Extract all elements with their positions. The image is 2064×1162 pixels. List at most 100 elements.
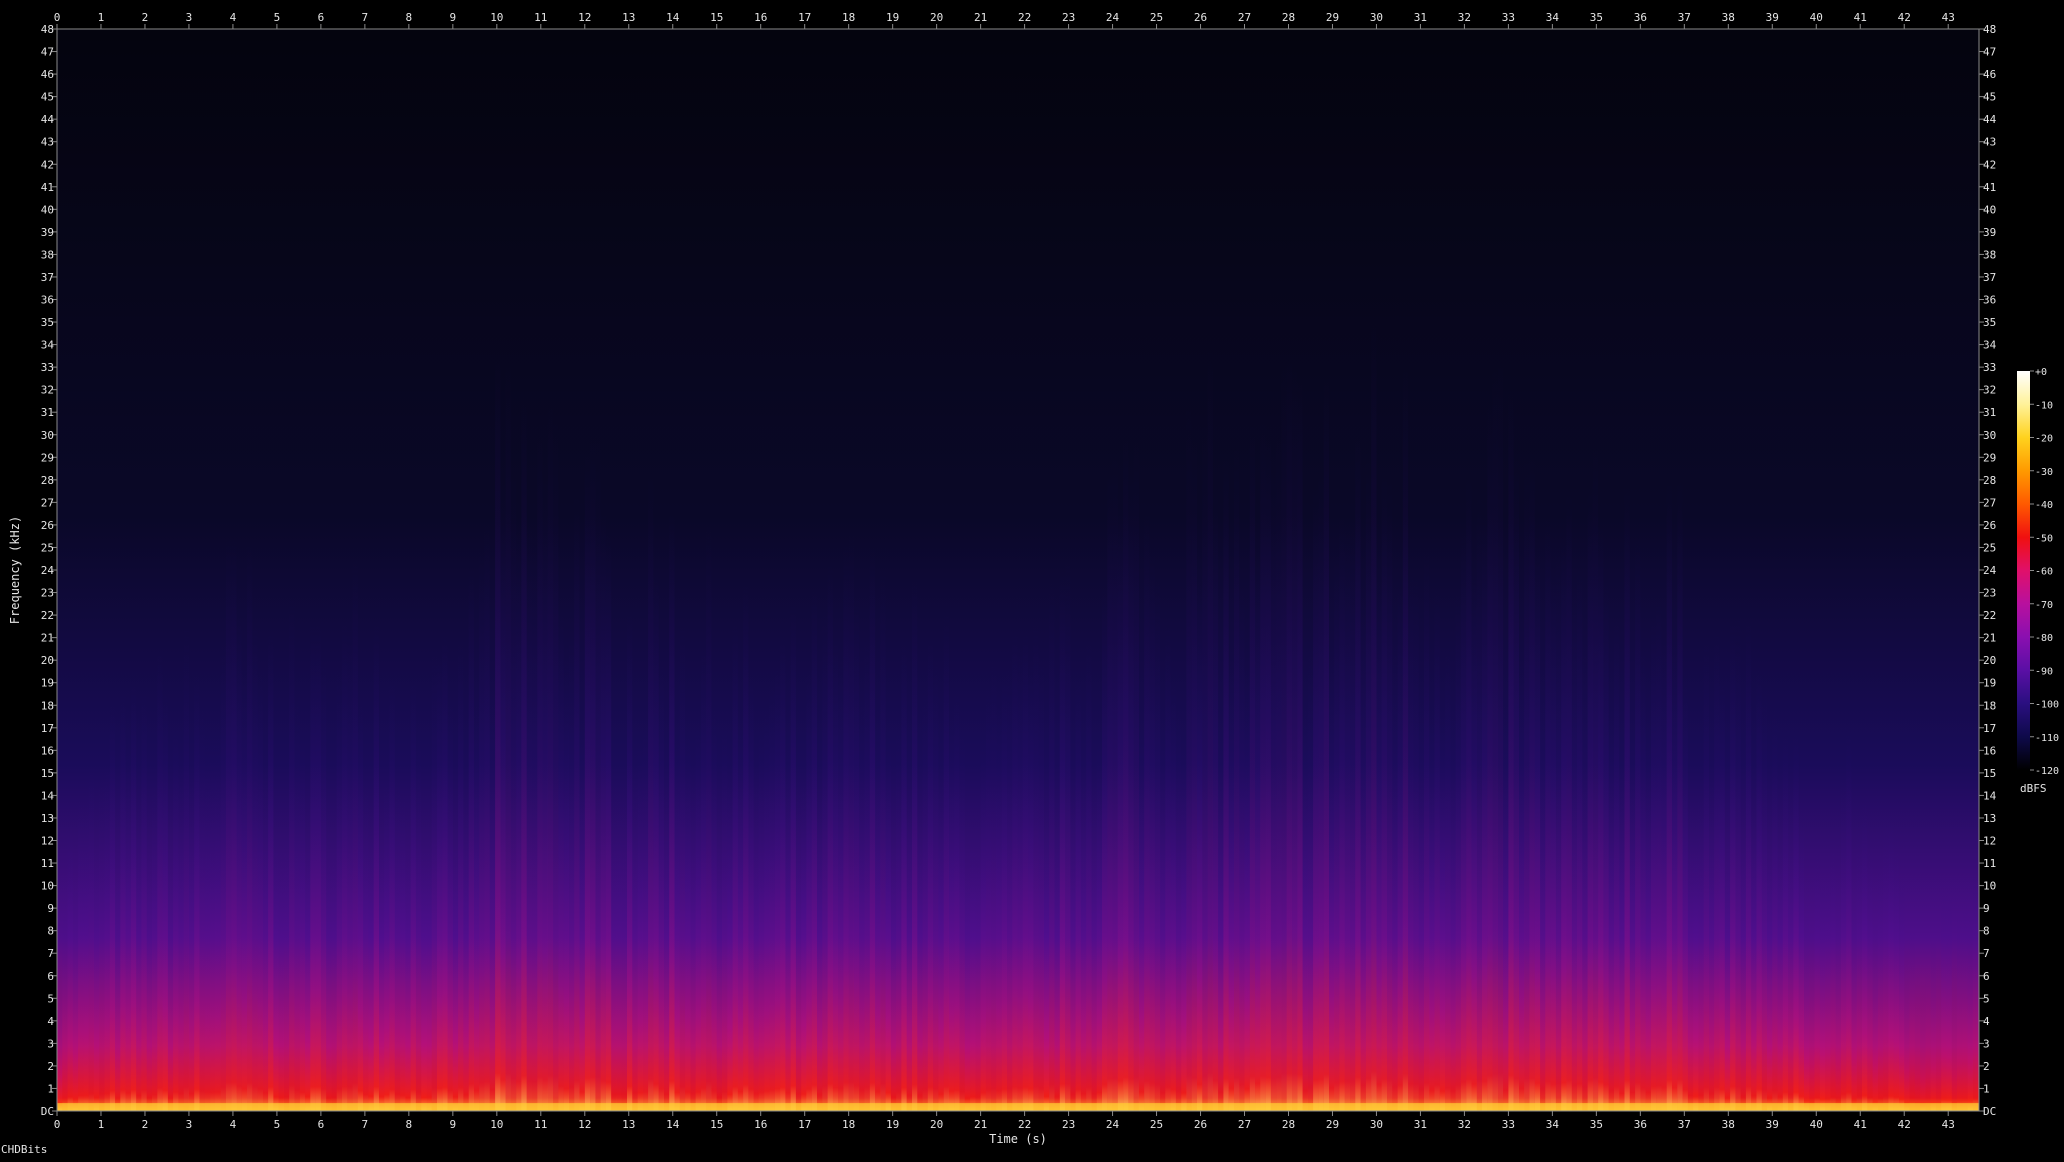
spectrogram-column: [468, 566, 474, 1111]
spectrogram-column: [1381, 470, 1387, 1111]
spectrogram-column: [489, 687, 496, 1111]
spectrogram-column: [1323, 378, 1329, 1111]
spectrogram-column: [1270, 449, 1277, 1111]
spectrogram-column: [1914, 970, 1921, 1111]
spectrogram-column: [1645, 742, 1651, 1111]
spectrogram-column: [748, 672, 754, 1111]
x-tick-label: 41: [1854, 1118, 1867, 1131]
y-tick-label: 16: [41, 744, 54, 757]
spectrogram-column: [431, 646, 437, 1111]
spectrogram-column: [1075, 674, 1081, 1111]
spectrogram-column: [1212, 490, 1219, 1111]
spectrogram-column: [1413, 571, 1419, 1111]
spectrogram-column: [1608, 710, 1614, 1111]
spectrogram-column: [1920, 979, 1926, 1111]
spectrogram-column: [415, 734, 422, 1111]
spectrogram-column: [1735, 613, 1741, 1111]
y-tick-label-right: 14: [1983, 789, 1997, 802]
x-tick-label: 28: [1282, 1118, 1295, 1131]
spectrogram-column: [1540, 662, 1546, 1111]
x-tick-label-top: 29: [1326, 11, 1339, 24]
x-tick-label-top: 0: [54, 11, 61, 24]
spectrogram-column: [1138, 728, 1145, 1111]
x-tick-label-top: 30: [1370, 11, 1383, 24]
spectrogram-column: [1450, 708, 1456, 1111]
spectrogram-column: [1344, 518, 1351, 1111]
spectrogram-column: [1566, 491, 1572, 1111]
spectrogram-column: [1941, 890, 1947, 1111]
y-tick-label: 8: [47, 925, 54, 938]
x-tick-label-top: 25: [1150, 11, 1163, 24]
spectrogram-column: [1466, 476, 1472, 1111]
y-tick-label-right: 31: [1983, 406, 1996, 419]
spectrogram-column: [732, 623, 738, 1111]
spectrogram-column: [542, 474, 548, 1111]
spectrogram-column: [500, 479, 506, 1111]
y-tick-label-right: 39: [1983, 226, 1996, 239]
spectrogram-column: [152, 777, 158, 1111]
spectrogram-column: [1181, 749, 1187, 1111]
spectrogram-column: [700, 644, 707, 1111]
spectrogram-column: [437, 655, 443, 1111]
spectrogram-column: [568, 630, 575, 1111]
spectrogram-column: [1809, 922, 1815, 1111]
x-tick-label: 35: [1590, 1118, 1603, 1131]
spectrogram-column: [1149, 551, 1155, 1111]
spectrogram-column: [1249, 422, 1256, 1111]
y-tick-label-right: 43: [1983, 136, 1996, 149]
spectrogram-column: [315, 623, 321, 1111]
spectrogram-column: [917, 802, 923, 1111]
spectrogram-column: [278, 842, 284, 1111]
x-tick-label-top: 32: [1458, 11, 1471, 24]
spectrogram-column: [1175, 704, 1182, 1111]
spectrogram-column: [727, 776, 733, 1111]
spectrogram-column: [1577, 567, 1583, 1111]
spectrogram-view: 0 1 2 3 4 5 6 7 8 9 10 11 12 13 14 15 16 17 18 19 20 21 22 23 24…: [0, 0, 2064, 1158]
spectrogram-column: [1043, 816, 1050, 1111]
x-tick-label-top: 33: [1502, 11, 1515, 24]
x-tick-label: 42: [1898, 1118, 1911, 1131]
x-tick-label-top: 4: [230, 11, 237, 24]
y-tick-label-right: 21: [1983, 632, 1996, 645]
spectrogram-column: [933, 656, 939, 1111]
y-tick-label-right: 6: [1983, 970, 1990, 983]
spectrogram-column: [252, 622, 258, 1111]
y-tick-label-right: 16: [1983, 744, 1996, 757]
spectrogram-column: [115, 877, 121, 1111]
spectrogram-column: [1086, 634, 1092, 1111]
y-tick-label-right: 35: [1983, 316, 1996, 329]
spectrogram-column: [838, 658, 844, 1111]
spectrogram-column: [1260, 419, 1266, 1111]
spectrogram-column: [1899, 879, 1905, 1111]
spectrogram-column: [231, 537, 237, 1111]
spectrogram-column: [906, 796, 912, 1111]
y-tick-label: 39: [41, 226, 54, 239]
spectrogram-column: [421, 841, 427, 1111]
spectrogram-column: [521, 400, 527, 1111]
spectrogram-column: [473, 703, 480, 1111]
spectrogram-column: [1571, 589, 1577, 1111]
y-tick-label: 23: [41, 587, 54, 600]
spectrogram-column: [225, 535, 232, 1111]
spectrogram-column: [83, 799, 89, 1111]
spectrogram-column: [1687, 800, 1694, 1111]
spectrogram-column: [88, 762, 94, 1111]
spectrogram-column: [1376, 577, 1382, 1111]
spectrogram-column: [780, 634, 786, 1111]
spectrogram-column: [1128, 466, 1134, 1111]
y-tick-label: 33: [41, 361, 54, 374]
spectrogram-column: [927, 634, 934, 1111]
spectrogram-column: [943, 612, 949, 1111]
spectrogram-column: [1587, 485, 1593, 1111]
spectrogram-column: [637, 741, 643, 1111]
spectrogram-column: [1429, 707, 1435, 1111]
spectrogram-column: [1846, 730, 1852, 1111]
spectrogram-column: [378, 822, 385, 1111]
spectrogram-column: [1497, 347, 1504, 1111]
spectrogram-column: [769, 683, 775, 1111]
spectrogram-column: [864, 636, 870, 1111]
colorbar-label: dBFS: [2020, 782, 2047, 795]
spectrogram-column: [320, 657, 327, 1111]
x-tick-label-top: 26: [1194, 11, 1207, 24]
spectrogram-column: [1856, 808, 1862, 1111]
